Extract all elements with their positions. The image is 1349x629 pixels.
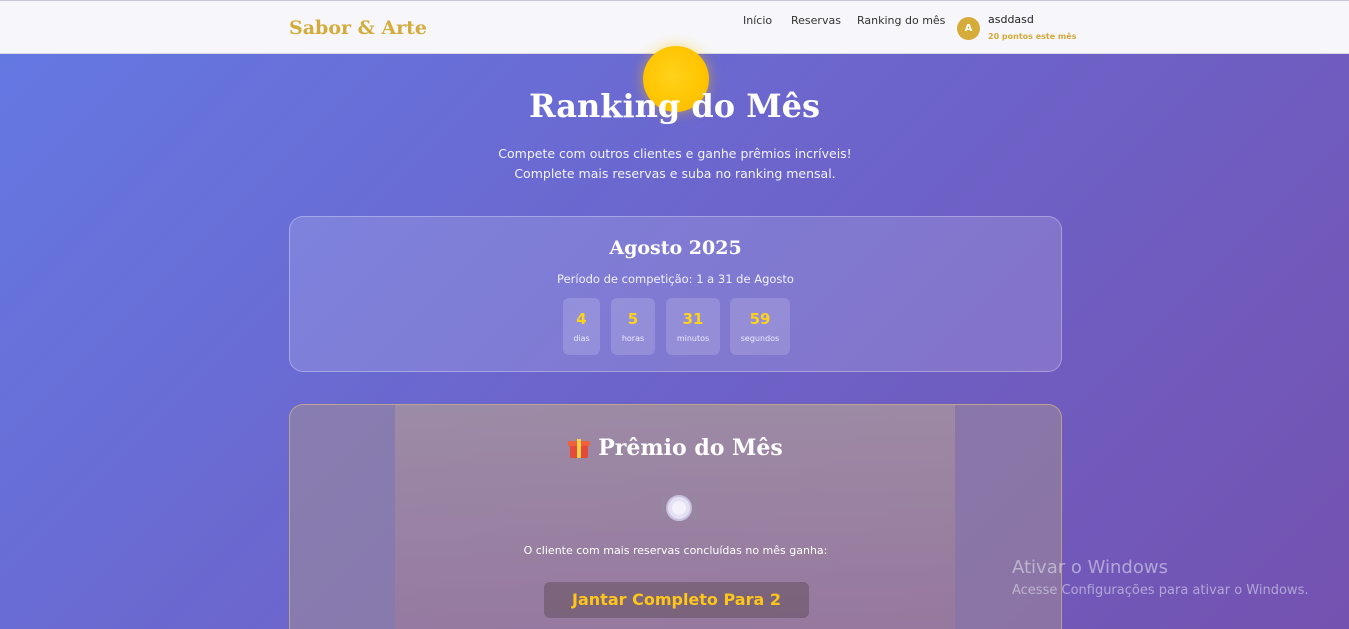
avatar[interactable]: A xyxy=(957,17,980,40)
countdown-seconds: 59 segundos xyxy=(730,298,790,355)
prize-title-text: Prêmio do Mês xyxy=(598,435,783,461)
prize-reward-badge: Jantar Completo Para 2 Pessoas xyxy=(544,582,809,629)
countdown-value: 31 xyxy=(682,310,704,328)
plate-icon xyxy=(662,493,696,523)
nav-link-ranking[interactable]: Ranking do mês xyxy=(857,14,945,27)
gift-icon xyxy=(568,436,591,458)
brand-logo[interactable]: Sabor & Arte xyxy=(289,17,427,39)
countdown-minutes: 31 minutos xyxy=(666,298,720,355)
prize-card: Prêmio do Mês O cliente com mais reserva… xyxy=(289,404,1062,629)
page-title: Ranking do Mês xyxy=(528,87,821,125)
countdown-hours: 5 horas xyxy=(611,298,655,355)
windows-watermark-title: Ativar o Windows xyxy=(1012,557,1168,578)
user-name[interactable]: asddasd xyxy=(988,13,1034,26)
countdown-label: dias xyxy=(573,334,590,343)
countdown-value: 59 xyxy=(749,310,771,328)
nav-link-inicio[interactable]: Início xyxy=(743,14,772,27)
period-card: Agosto 2025 Período de competição: 1 a 3… xyxy=(289,216,1062,372)
user-points: 20 pontos este mês xyxy=(988,32,1077,41)
prize-title: Prêmio do Mês xyxy=(290,435,1061,461)
period-title: Agosto 2025 xyxy=(609,237,742,259)
prize-description: O cliente com mais reservas concluídas n… xyxy=(523,544,828,557)
period-range: Período de competição: 1 a 31 de Agosto xyxy=(557,272,794,286)
page-subtitle: Compete com outros clientes e ganhe prêm… xyxy=(498,146,852,181)
countdown-days: 4 dias xyxy=(563,298,600,355)
countdown-label: horas xyxy=(621,334,645,343)
countdown-value: 4 xyxy=(576,310,587,328)
countdown-label: minutos xyxy=(676,334,710,343)
windows-watermark-subtitle: Acesse Configurações para ativar o Windo… xyxy=(1012,583,1309,598)
countdown-value: 5 xyxy=(627,310,639,328)
countdown-label: segundos xyxy=(740,334,780,343)
nav-link-reservas[interactable]: Reservas xyxy=(791,14,841,27)
